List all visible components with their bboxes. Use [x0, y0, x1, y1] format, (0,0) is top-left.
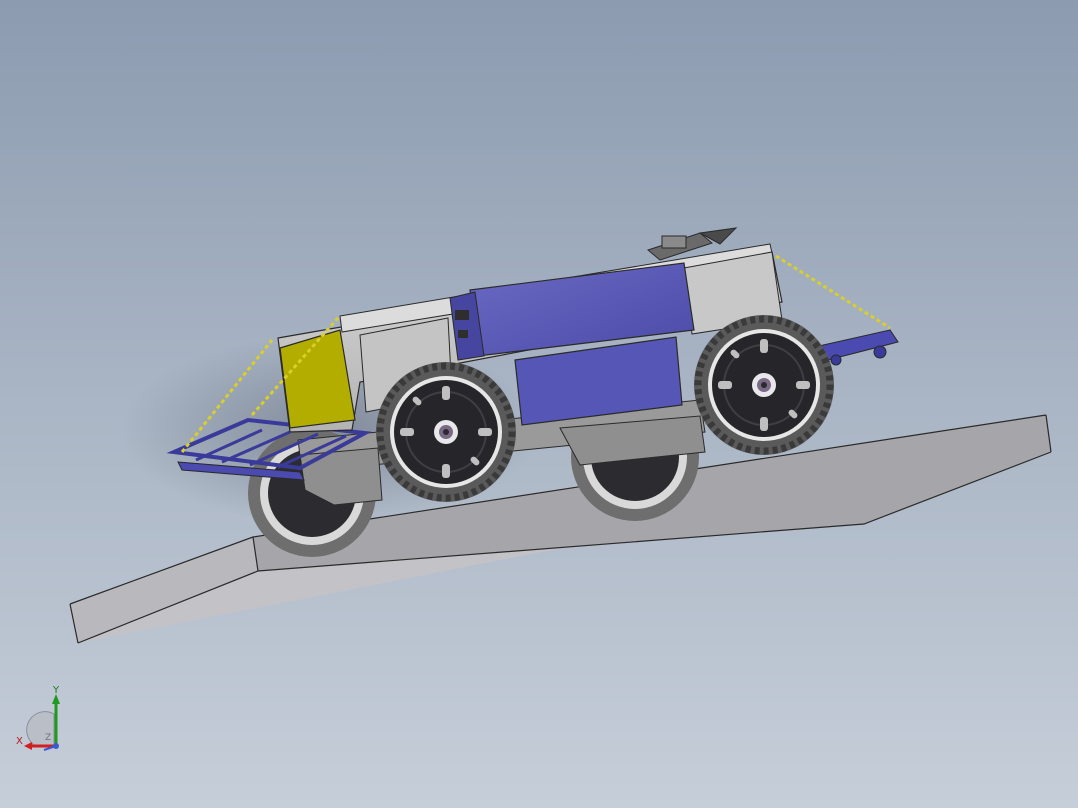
view-orientation-triad[interactable]: Y X Z — [14, 684, 74, 756]
triad-x-label: X — [16, 736, 23, 747]
triad-y-label: Y — [53, 685, 60, 696]
graphics-viewport[interactable]: Y X Z — [0, 0, 1078, 808]
3d-model-scene — [69, 227, 1052, 644]
rear-near-wheel — [376, 362, 516, 502]
front-near-wheel — [694, 315, 834, 455]
triad-z-label: Z — [45, 733, 52, 743]
triad-graphic — [24, 694, 60, 751]
